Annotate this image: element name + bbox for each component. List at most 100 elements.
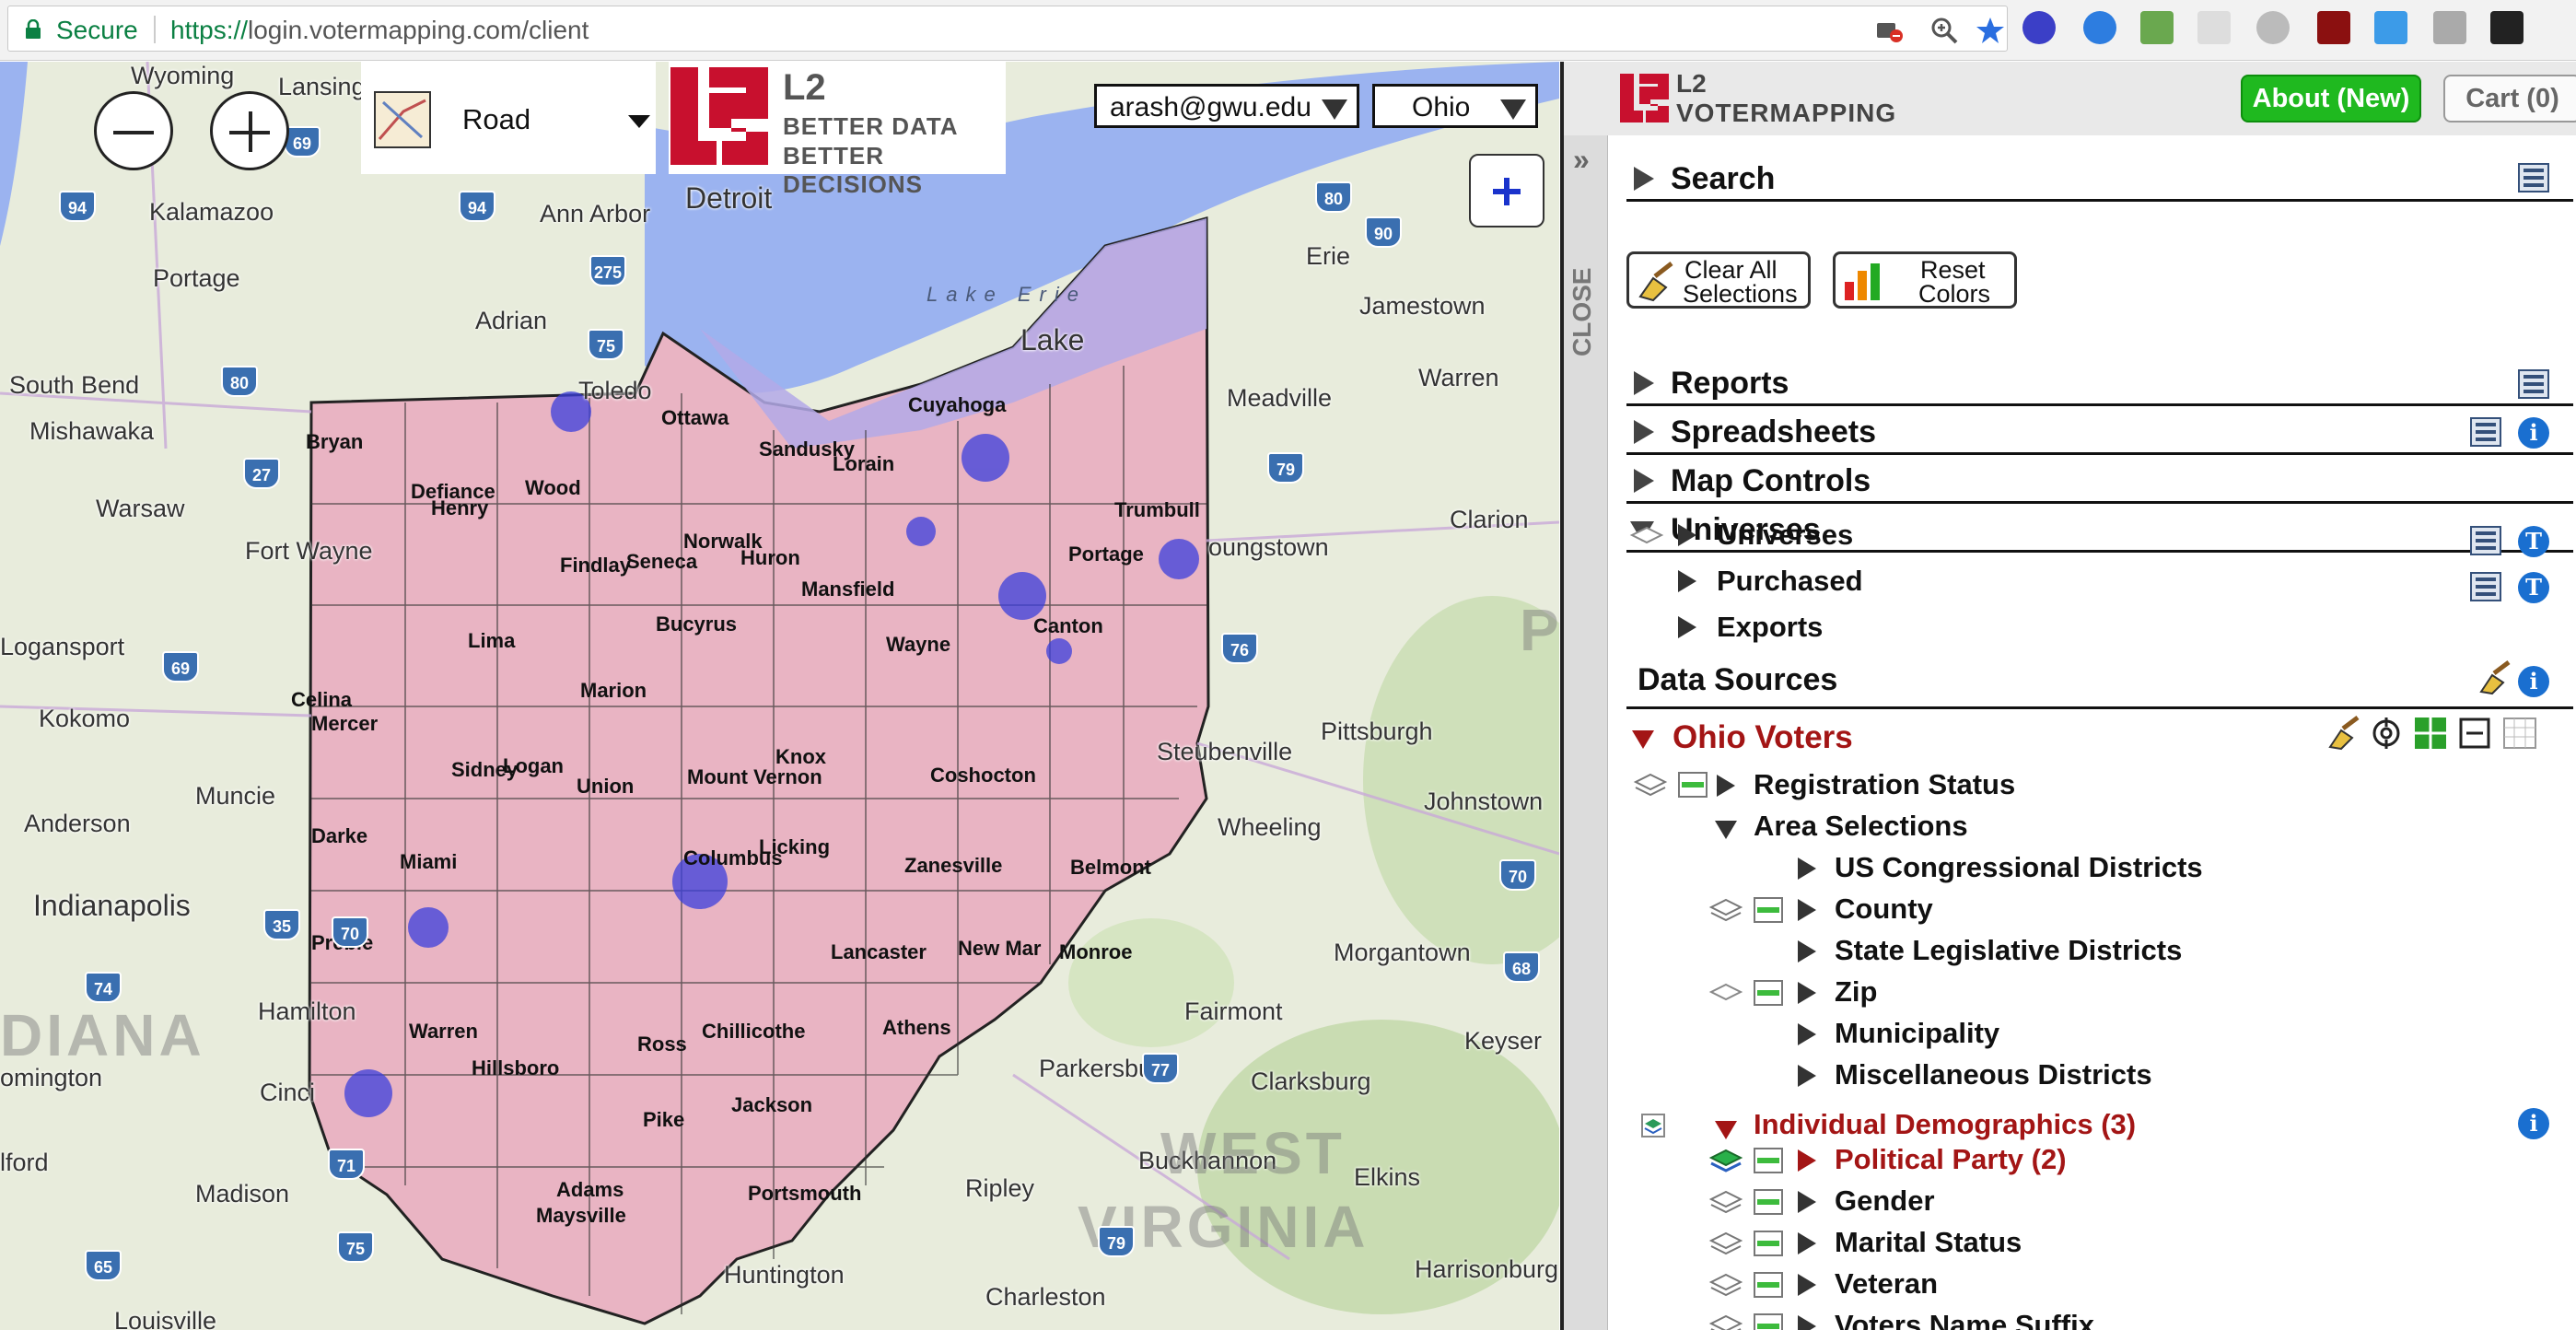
zoom-out-button[interactable] (94, 91, 173, 170)
crosshair-icon[interactable] (2371, 718, 2402, 749)
film-icon[interactable] (2470, 572, 2501, 601)
tree-misc-districts[interactable]: Miscellaneous Districts (1835, 1058, 2152, 1091)
layers-icon[interactable] (1708, 1230, 1744, 1257)
minus-box-icon[interactable] (2459, 718, 2490, 749)
collapse-triangle-icon[interactable] (1715, 1121, 1737, 1139)
expand-triangle-icon[interactable] (1717, 775, 1735, 797)
tree-zip[interactable]: Zip (1835, 975, 1878, 1009)
clear-all-selections-button[interactable]: Clear All Selections (1626, 251, 1811, 309)
ohio-voters-label[interactable]: Ohio Voters (1673, 719, 1853, 756)
t-icon[interactable]: T (2518, 526, 2549, 557)
section-reports[interactable]: Reports (1626, 358, 2573, 406)
about-button[interactable]: About (New) (2241, 75, 2421, 122)
tree-area-selections[interactable]: Area Selections (1754, 810, 1968, 843)
extension-pdf-icon[interactable] (2317, 11, 2350, 44)
layers-icon[interactable] (1708, 1312, 1744, 1330)
layers-icon[interactable] (1708, 1271, 1744, 1299)
info-icon[interactable]: i (2518, 1108, 2549, 1139)
add-layer-button[interactable] (1469, 154, 1544, 228)
map-canvas[interactable]: Wyoming Lansing Kalamazoo Portage Ann Ar… (0, 62, 1559, 1330)
expand-triangle-icon[interactable] (1798, 899, 1816, 921)
edit-brush-icon[interactable] (2476, 659, 2512, 695)
tree-political-party[interactable]: Political Party (2) (1835, 1143, 2067, 1176)
reset-colors-button[interactable]: Reset Colors (1833, 251, 2017, 309)
expand-triangle-icon[interactable] (1678, 570, 1696, 592)
tree-county[interactable]: County (1835, 892, 1933, 926)
tree-voters-name-suffix[interactable]: Voters Name Suffix (1835, 1309, 2094, 1330)
legend-swatch-icon[interactable] (1754, 1272, 1783, 1298)
collapse-triangle-icon[interactable] (1715, 821, 1737, 839)
extension-globe-icon[interactable] (2140, 11, 2174, 44)
map-type-selector[interactable]: Road (361, 62, 656, 174)
expand-triangle-icon[interactable] (1678, 616, 1696, 638)
expand-triangle-icon[interactable] (1798, 1315, 1816, 1330)
zoom-in-button[interactable] (210, 91, 289, 170)
tree-state-legislative[interactable]: State Legislative Districts (1835, 934, 2182, 967)
tree-gender[interactable]: Gender (1835, 1184, 1935, 1218)
legend-swatch-icon[interactable] (1754, 980, 1783, 1006)
extension-x-icon[interactable] (2490, 11, 2524, 44)
legend-swatch-icon[interactable] (1754, 1313, 1783, 1330)
layers-icon[interactable] (1632, 771, 1669, 799)
edit-brush-icon[interactable] (2325, 714, 2361, 751)
layers-outline-icon[interactable] (1708, 979, 1744, 1007)
extension-download-icon[interactable] (2374, 11, 2407, 44)
film-icon[interactable] (2470, 526, 2501, 555)
section-map-controls[interactable]: Map Controls (1626, 456, 2573, 504)
bookmark-star-icon[interactable] (1976, 16, 2005, 45)
layers-outline-icon[interactable] (1628, 522, 1665, 550)
extension-v-icon[interactable] (2022, 11, 2056, 44)
expand-triangle-icon[interactable] (1798, 1191, 1816, 1213)
layers-active-icon[interactable] (1708, 1147, 1744, 1174)
universes-item-exports[interactable]: Exports (1717, 611, 1823, 644)
film-icon[interactable] (2518, 369, 2549, 399)
universes-item-universes[interactable]: Universes (1717, 519, 1853, 552)
expand-triangle-icon[interactable] (1798, 1065, 1816, 1087)
expand-triangle-icon[interactable] (1798, 982, 1816, 1004)
layers-icon[interactable] (1708, 896, 1744, 924)
expand-triangle-icon[interactable] (1798, 1023, 1816, 1045)
t-icon[interactable]: T (2518, 572, 2549, 603)
film-icon[interactable] (2470, 417, 2501, 447)
expand-triangle-icon[interactable] (1798, 1149, 1816, 1172)
universes-item-purchased[interactable]: Purchased (1717, 565, 1863, 598)
close-panel-strip[interactable]: » CLOSE (1564, 135, 1608, 1330)
tree-veteran[interactable]: Veteran (1835, 1267, 1938, 1301)
zoom-icon[interactable] (1929, 16, 1959, 45)
section-search[interactable]: Search (1626, 154, 2573, 202)
film-icon[interactable] (2518, 163, 2549, 192)
state-dropdown[interactable]: Ohio (1372, 84, 1538, 128)
tree-municipality[interactable]: Municipality (1835, 1017, 1999, 1050)
tree-individual-demographics[interactable]: Individual Demographics (3) (1754, 1108, 2136, 1141)
camera-blocked-icon[interactable] (1874, 16, 1904, 45)
cart-button[interactable]: Cart (0) (2443, 75, 2576, 122)
grid-add-icon[interactable] (2415, 718, 2446, 749)
tree-registration-status[interactable]: Registration Status (1754, 768, 2015, 801)
extension-grey-icon[interactable] (2197, 11, 2231, 44)
legend-swatch-icon[interactable] (1754, 1231, 1783, 1256)
expand-triangle-icon[interactable] (1798, 940, 1816, 962)
table-icon[interactable] (2503, 718, 2536, 749)
legend-swatch-icon[interactable] (1678, 772, 1708, 798)
account-dropdown[interactable]: arash@gwu.edu (1094, 84, 1359, 128)
url-text[interactable]: login.votermapping.com/client (248, 16, 589, 45)
expand-triangle-icon[interactable] (1798, 858, 1816, 880)
legend-swatch-icon[interactable] (1754, 1189, 1783, 1215)
layer-stack-icon[interactable] (1639, 1112, 1667, 1139)
extension-pulse-icon[interactable] (2083, 11, 2116, 44)
section-spreadsheets[interactable]: Spreadsheets (1626, 407, 2573, 455)
info-icon[interactable]: i (2518, 666, 2549, 697)
expand-triangle-icon[interactable] (1798, 1232, 1816, 1254)
extension-circle-icon[interactable] (2256, 11, 2290, 44)
legend-swatch-icon[interactable] (1754, 1148, 1783, 1173)
layers-icon[interactable] (1708, 1188, 1744, 1216)
extension-w-icon[interactable] (2433, 11, 2466, 44)
tree-us-congressional[interactable]: US Congressional Districts (1835, 851, 2203, 884)
info-icon[interactable]: i (2518, 417, 2549, 449)
legend-swatch-icon[interactable] (1754, 897, 1783, 923)
expand-triangle-icon[interactable] (1798, 1274, 1816, 1296)
expand-triangle-icon[interactable] (1678, 524, 1696, 546)
address-bar[interactable]: Secure https:// login.votermapping.com/c… (7, 6, 2008, 52)
collapse-triangle-icon[interactable] (1632, 730, 1654, 749)
tree-marital-status[interactable]: Marital Status (1835, 1226, 2022, 1259)
